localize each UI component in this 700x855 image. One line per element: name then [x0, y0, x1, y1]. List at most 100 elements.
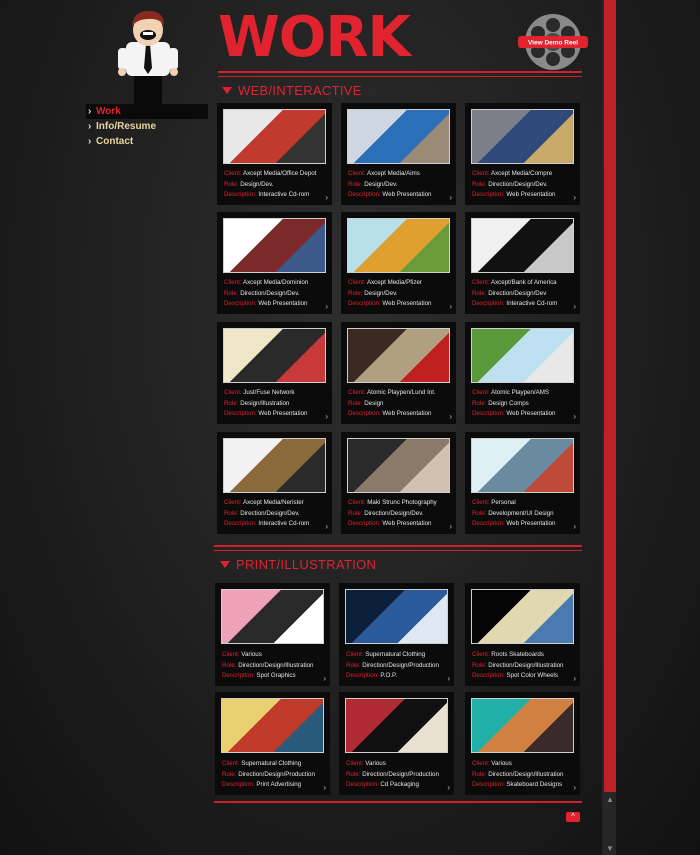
portfolio-card[interactable]: Client: Maki Strunc Photography Role: Dir…: [341, 432, 456, 534]
role-line: Role: Direction/Design/Dev.: [472, 180, 555, 191]
portfolio-card[interactable]: Client: Supernatural Clothing Role: Direc…: [339, 583, 454, 686]
project-thumbnail[interactable]: [347, 218, 450, 273]
project-thumbnail[interactable]: [345, 589, 448, 644]
demo-reel-label: View Demo Reel: [528, 40, 578, 47]
portfolio-card[interactable]: Client: Axcept Media/Office Depot Role: D…: [217, 103, 332, 205]
portfolio-card[interactable]: Client: Supernatural Clothing Role: Direc…: [215, 692, 330, 795]
chevron-right-icon[interactable]: ›: [449, 302, 452, 311]
chevron-right-icon[interactable]: ›: [573, 193, 576, 202]
project-details: Client: Maki Strunc Photography Role: Dir…: [348, 498, 437, 530]
chevron-right-icon[interactable]: ›: [325, 412, 328, 421]
client-value: Axcept Media/Office Depot: [242, 170, 317, 177]
project-details: Client: Atomic Playpen/AMS Role: Design C…: [472, 388, 555, 420]
chevron-right-icon[interactable]: ›: [325, 522, 328, 531]
project-thumbnail[interactable]: [221, 589, 324, 644]
role-key: Role:: [472, 289, 487, 297]
portfolio-card[interactable]: Client: Various Role: Direction/Design/Il…: [215, 583, 330, 686]
portfolio-card[interactable]: Client: Various Role: Direction/Design/Pr…: [339, 692, 454, 795]
project-thumbnail[interactable]: [471, 328, 574, 383]
demo-reel-button[interactable]: View Demo Reel: [518, 12, 588, 72]
description-value: Web Presentation: [506, 520, 556, 527]
chevron-right-icon[interactable]: ›: [449, 412, 452, 421]
description-value: Web Presentation: [506, 191, 556, 198]
chevron-right-icon[interactable]: ›: [325, 193, 328, 202]
portfolio-card[interactable]: Client: Roots Skateboards Role: Direction…: [465, 583, 580, 686]
project-thumbnail[interactable]: [223, 218, 326, 273]
chevron-right-icon[interactable]: ›: [325, 302, 328, 311]
portfolio-card[interactable]: Client: Atomic Playpen/Lund Int. Role: De…: [341, 322, 456, 424]
chevron-right-icon[interactable]: ›: [573, 783, 576, 792]
portfolio-card[interactable]: Client: Axcept Media/Dominion Role: Direc…: [217, 212, 332, 314]
client-key: Client:: [222, 651, 240, 658]
client-key: Client:: [472, 499, 490, 506]
client-line: Client: Personal: [472, 498, 555, 509]
project-thumbnail[interactable]: [223, 438, 326, 493]
down-arrow-icon: [220, 561, 230, 568]
chevron-right-icon[interactable]: ›: [573, 674, 576, 683]
project-thumbnail[interactable]: [471, 589, 574, 644]
chevron-right-icon: ›: [88, 136, 92, 147]
description-line: Description: Interactive Cd-rom: [472, 299, 557, 310]
chevron-right-icon[interactable]: ›: [447, 783, 450, 792]
client-value: Axcept Media/Dominion: [242, 279, 309, 286]
client-value: Personal: [491, 499, 516, 506]
project-thumbnail[interactable]: [471, 438, 574, 493]
role-value: Direction/Design/Illustration: [488, 661, 564, 669]
client-key: Client:: [346, 760, 364, 767]
project-thumbnail[interactable]: [221, 698, 324, 753]
portfolio-card[interactable]: Client: Various Role: Direction/Design/Il…: [465, 692, 580, 795]
chevron-right-icon[interactable]: ›: [573, 522, 576, 531]
description-line: Description: Web Presentation: [472, 409, 555, 420]
role-value: Direction/Design/Illustration: [488, 770, 564, 778]
description-key: Description:: [472, 520, 505, 527]
chevron-right-icon[interactable]: ›: [323, 783, 326, 792]
portfolio-card[interactable]: Client: Axcept Media/Aims Role: Design/De…: [341, 103, 456, 205]
chevron-right-icon[interactable]: ›: [573, 302, 576, 311]
portfolio-card[interactable]: Client: Personal Role: Development/UI Des…: [465, 432, 580, 534]
project-thumbnail[interactable]: [223, 328, 326, 383]
role-key: Role:: [348, 509, 363, 517]
description-key: Description:: [348, 300, 381, 307]
role-line: Role: Direction/Design/Dev.: [348, 509, 437, 520]
client-value: Axcept Media/Pfizer: [366, 279, 422, 286]
role-key: Role:: [348, 180, 363, 188]
client-key: Client:: [348, 279, 366, 286]
project-thumbnail[interactable]: [347, 109, 450, 164]
project-thumbnail[interactable]: [347, 328, 450, 383]
description-line: Description: Spot Color Wheels: [472, 671, 564, 682]
portfolio-card[interactable]: Client: Axcept Media/Pfizer Role: Design/…: [341, 212, 456, 314]
chevron-right-icon[interactable]: ›: [449, 522, 452, 531]
project-thumbnail[interactable]: [471, 218, 574, 273]
scroll-down-icon[interactable]: ▼: [606, 844, 614, 853]
description-value: P.O.P.: [380, 672, 398, 679]
nav-item-work[interactable]: › Work: [86, 104, 208, 119]
role-key: Role:: [472, 509, 487, 517]
project-thumbnail[interactable]: [471, 698, 574, 753]
portfolio-card[interactable]: Client: Axcept/Bank of America Role: Dire…: [465, 212, 580, 314]
project-thumbnail[interactable]: [223, 109, 326, 164]
description-line: Description: Print Advertising: [222, 780, 315, 791]
section-divider: [214, 545, 582, 547]
chevron-right-icon[interactable]: ›: [573, 412, 576, 421]
chevron-right-icon[interactable]: ›: [323, 674, 326, 683]
portfolio-card[interactable]: Client: Axcept Media/Nerister Role: Direc…: [217, 432, 332, 534]
back-to-top-button[interactable]: ^: [566, 812, 580, 822]
portfolio-card[interactable]: Client: Axcept Media/Compre Role: Directi…: [465, 103, 580, 205]
client-value: Various: [365, 760, 386, 767]
role-line: Role: Direction/Design/Production: [346, 770, 439, 781]
scroll-up-icon[interactable]: ▲: [606, 795, 614, 804]
client-value: Maki Strunc Photography: [367, 499, 437, 506]
project-thumbnail[interactable]: [345, 698, 448, 753]
project-thumbnail[interactable]: [471, 109, 574, 164]
portfolio-card[interactable]: Client: Atomic Playpen/AMS Role: Design C…: [465, 322, 580, 424]
project-thumbnail[interactable]: [347, 438, 450, 493]
portfolio-card[interactable]: Client: Just/Fuse Network Role: Design/Il…: [217, 322, 332, 424]
client-value: Axcept/Bank of America: [490, 279, 557, 286]
description-value: Web Presentation: [382, 191, 432, 198]
description-line: Description: Web Presentation: [472, 519, 555, 530]
description-key: Description:: [348, 191, 381, 198]
chevron-right-icon[interactable]: ›: [449, 193, 452, 202]
nav-item-info-resume[interactable]: › Info/Resume: [86, 119, 208, 134]
chevron-right-icon[interactable]: ›: [447, 674, 450, 683]
nav-item-contact[interactable]: › Contact: [86, 134, 208, 149]
